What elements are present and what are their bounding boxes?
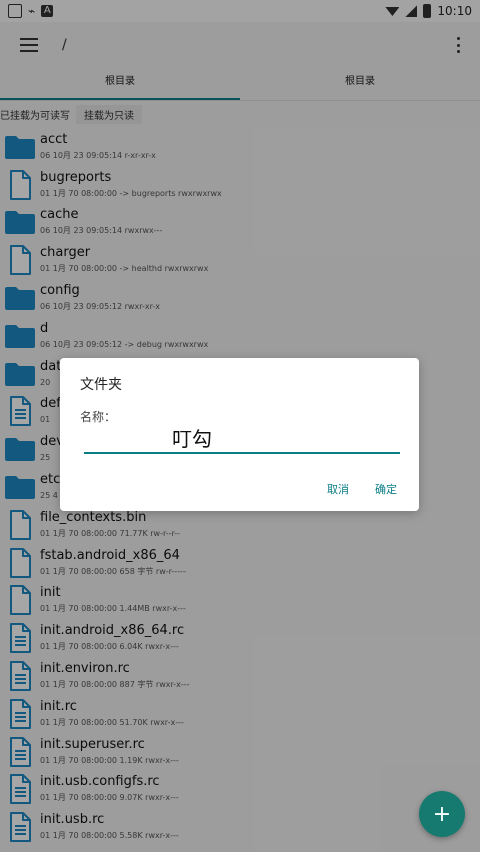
new-folder-dialog: 文件夹 名称： 取消 确定 — [60, 358, 419, 511]
confirm-button[interactable]: 确定 — [375, 481, 397, 497]
dialog-title: 文件夹 — [80, 377, 122, 393]
folder-name-input[interactable] — [84, 422, 400, 454]
screen: ⌁ A 10:10 / 根目录 根目录 已挂载为可读写 挂载为只读 acct 06… — [0, 0, 480, 852]
add-fab-button[interactable]: + — [419, 791, 465, 837]
dialog-actions: 取消 确定 — [327, 481, 397, 497]
cancel-button[interactable]: 取消 — [327, 481, 349, 497]
plus-icon: + — [432, 801, 452, 827]
